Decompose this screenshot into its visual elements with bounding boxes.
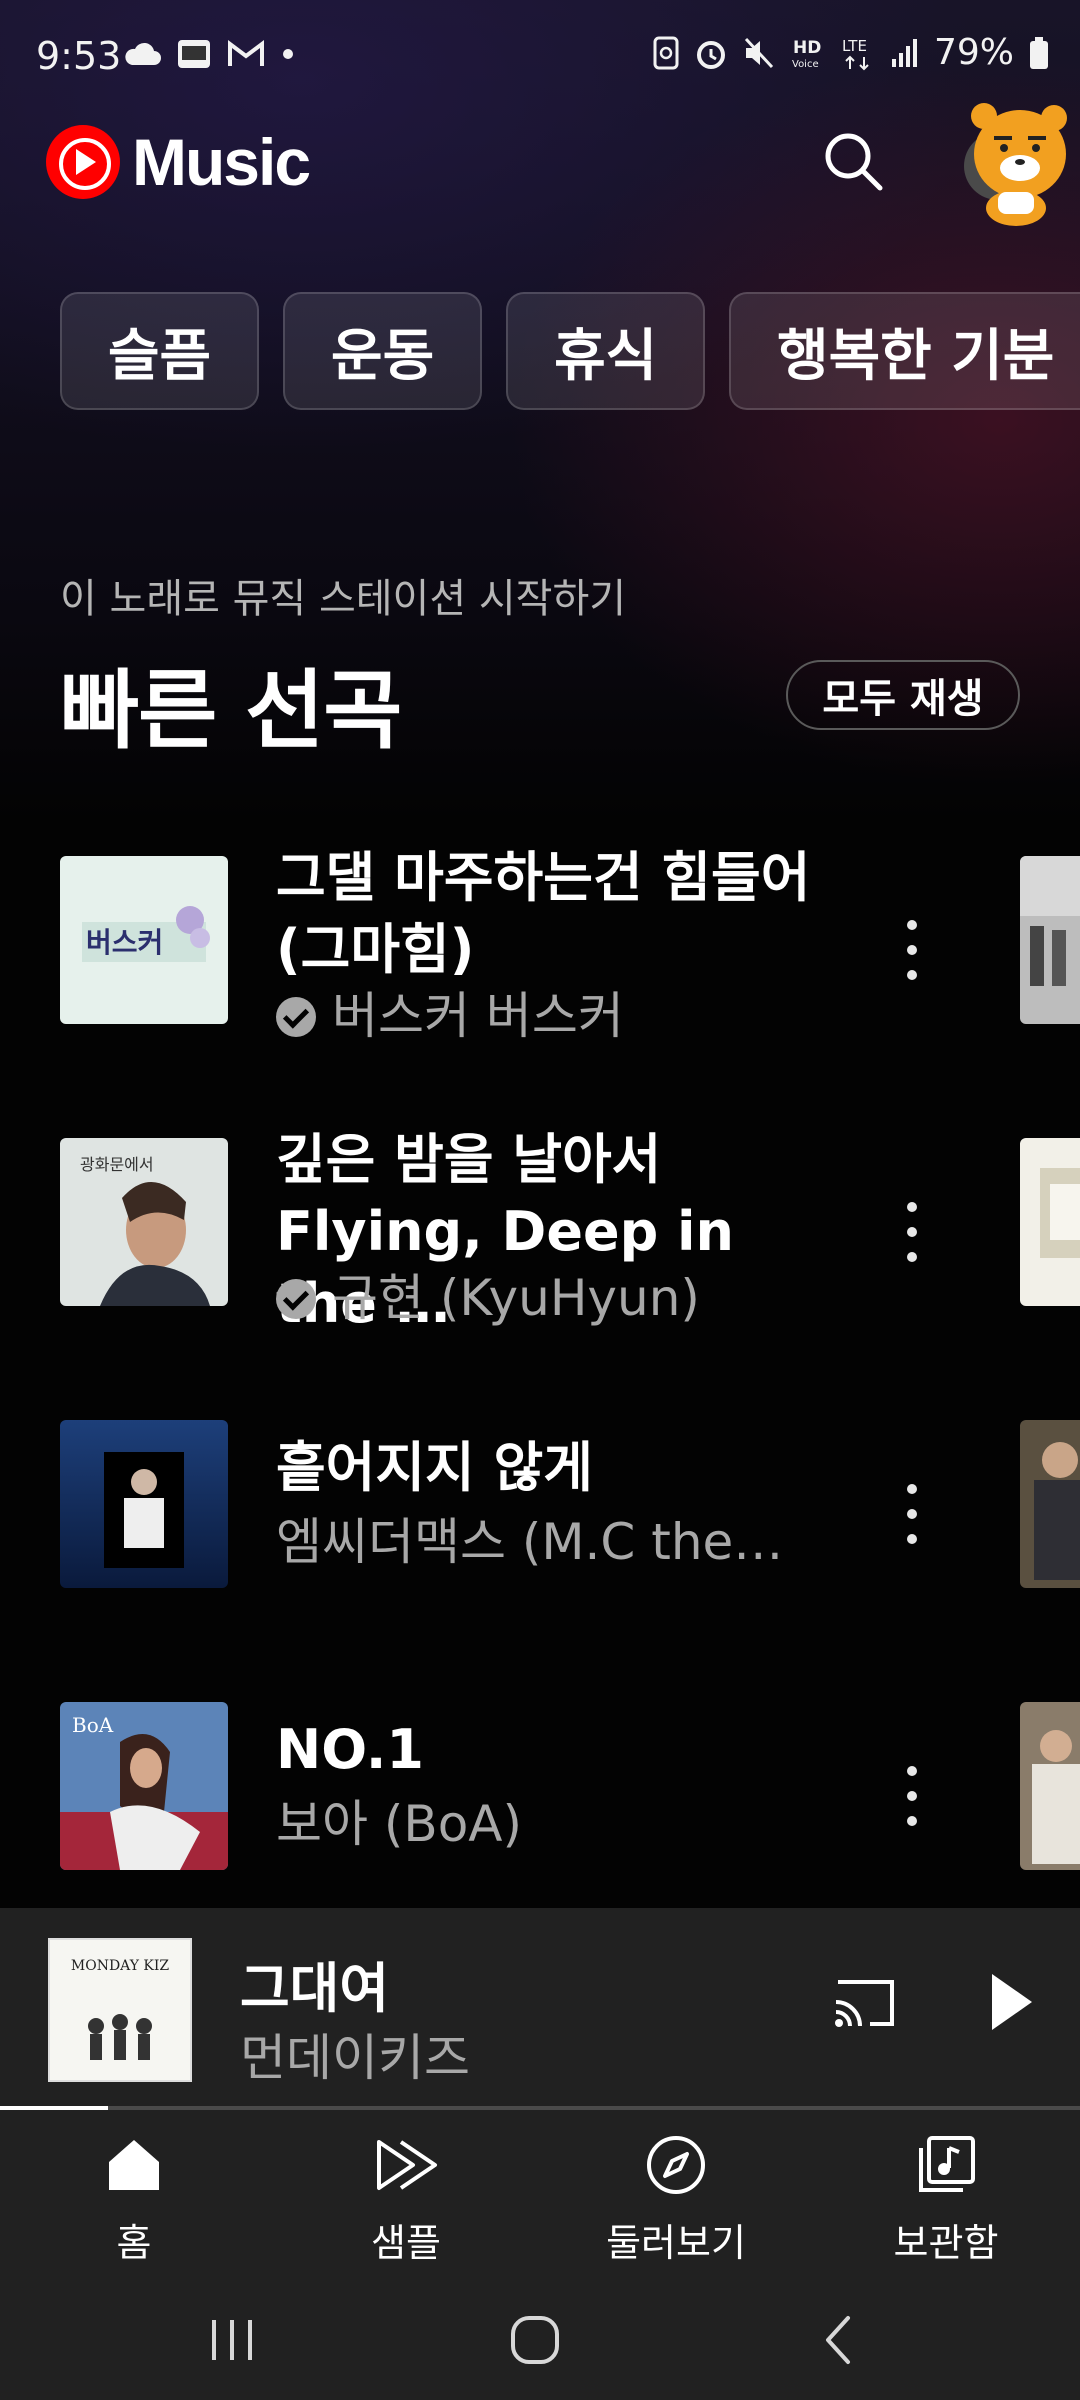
- more-options-icon[interactable]: [890, 1756, 934, 1836]
- verified-icon: [276, 1279, 316, 1319]
- next-column-album-art[interactable]: [1020, 1138, 1080, 1306]
- nav-label: 샘플: [371, 2221, 441, 2265]
- song-title: 흩어지지 않게: [276, 1436, 593, 1499]
- song-row[interactable]: 흩어지지 않게 엠씨더맥스 (M.C the…: [0, 1394, 1080, 1634]
- nav-explore[interactable]: 둘러보기: [566, 2132, 786, 2272]
- more-options-icon[interactable]: [890, 1474, 934, 1554]
- more-options-icon[interactable]: [890, 1192, 934, 1272]
- song-artist: 버스커 버스커: [276, 984, 836, 1048]
- youtube-music-logo[interactable]: Music: [46, 124, 311, 200]
- system-navigation-bar: [0, 2280, 1080, 2400]
- battery-icon: [1030, 36, 1048, 69]
- status-bar: 9:53 HD Voice LTE 79%: [0, 0, 1080, 116]
- album-art: 버스커: [60, 856, 228, 1024]
- bottom-navigation: 홈 샘플 둘러보기 보관함: [0, 2110, 1080, 2280]
- gmail-icon: [228, 40, 264, 66]
- explore-icon: [647, 2136, 705, 2194]
- album-cover-text: MONDAY KIZ: [71, 1958, 170, 1974]
- youtube-music-logo-icon: [46, 125, 120, 199]
- nav-label: 보관함: [893, 2221, 999, 2265]
- svg-text:BoA: BoA: [72, 1713, 114, 1737]
- webtoon-icon: [178, 40, 210, 68]
- dot-icon: [283, 49, 293, 59]
- back-icon[interactable]: [810, 2310, 870, 2370]
- mute-icon: [744, 37, 774, 68]
- song-artist: 엠씨더맥스 (M.C the…: [276, 1510, 836, 1574]
- now-playing-title: 그대여: [240, 1957, 390, 2020]
- nav-samples[interactable]: 샘플: [296, 2132, 516, 2272]
- album-art: BoA: [60, 1702, 228, 1870]
- hd-voice-icon: HDVoice: [792, 38, 821, 70]
- artist-name: 보아 (BoA): [276, 1795, 523, 1853]
- system-status-icons: HD Voice LTE 79%: [652, 32, 1050, 73]
- nav-home[interactable]: 홈: [24, 2132, 244, 2272]
- svg-text:HD: HD: [793, 38, 821, 58]
- artist-name: 엠씨더맥스 (M.C the…: [276, 1513, 784, 1571]
- svg-text:버스커: 버스커: [86, 926, 163, 959]
- mini-player[interactable]: MONDAY KIZ 그대여 먼데이키즈: [0, 1908, 1080, 2106]
- play-all-button[interactable]: 모두 재생: [786, 660, 1020, 730]
- svg-text:광화문에서: 광화문에서: [80, 1155, 154, 1174]
- home-icon: [109, 2140, 159, 2190]
- chip-relax[interactable]: 휴식: [506, 292, 706, 410]
- svg-text:LTE: LTE: [842, 37, 867, 55]
- cloud-icon: [125, 42, 161, 65]
- signal-icon: [891, 38, 917, 67]
- section-title: 빠른 선곡: [60, 661, 402, 761]
- status-time: 9:53: [36, 34, 122, 78]
- alarm-icon: [696, 40, 725, 69]
- mood-chips: 슬픔 운동 휴식 행복한 기분: [60, 292, 1080, 412]
- avatar-icon[interactable]: [958, 96, 1070, 228]
- nfc-icon: [653, 36, 679, 69]
- more-options-icon[interactable]: [890, 910, 934, 990]
- song-title: NO.1: [276, 1718, 424, 1781]
- artist-name: 규현 (KyuHyun): [332, 1269, 700, 1327]
- song-row[interactable]: 광화문에서 깊은 밤을 날아서 Flying, Deep in the … 규현…: [0, 1112, 1080, 1352]
- lte-icon: LTE: [842, 37, 869, 70]
- chip-happy[interactable]: 행복한 기분: [729, 292, 1080, 410]
- now-playing-artist: 먼데이키즈: [240, 2029, 470, 2087]
- play-icon[interactable]: [986, 1970, 1036, 2034]
- chip-workout[interactable]: 운동: [283, 292, 483, 410]
- nav-library[interactable]: 보관함: [836, 2132, 1056, 2272]
- section-subtitle: 이 노래로 뮤직 스테이션 시작하기: [60, 576, 627, 622]
- now-playing-album-art: MONDAY KIZ: [48, 1938, 192, 2082]
- album-art: [60, 1420, 228, 1588]
- app-header: Music: [0, 103, 1080, 226]
- chip-sad[interactable]: 슬픔: [60, 292, 260, 410]
- cast-icon[interactable]: [830, 1968, 900, 2038]
- samples-icon: [377, 2140, 437, 2190]
- album-art: 광화문에서: [60, 1138, 228, 1306]
- song-artist: 규현 (KyuHyun): [276, 1266, 836, 1330]
- svg-text:Voice: Voice: [792, 59, 819, 70]
- nav-label: 홈: [116, 2221, 152, 2265]
- song-title: 그댈 마주하는건 힘들어 (그마힘): [276, 846, 811, 981]
- home-circle-icon[interactable]: [505, 2310, 565, 2370]
- library-icon: [919, 2136, 975, 2192]
- next-column-album-art[interactable]: [1020, 1702, 1080, 1870]
- verified-icon: [276, 997, 316, 1037]
- artist-name: 버스커 버스커: [332, 987, 624, 1045]
- next-column-album-art[interactable]: [1020, 856, 1080, 1024]
- song-row[interactable]: BoA NO.1 보아 (BoA): [0, 1676, 1080, 1916]
- recents-icon[interactable]: [202, 2310, 262, 2370]
- nav-label: 둘러보기: [606, 2221, 746, 2265]
- notification-icons: [122, 36, 296, 72]
- next-column-album-art[interactable]: [1020, 1420, 1080, 1588]
- battery-percent: 79%: [933, 32, 1014, 73]
- song-artist: 보아 (BoA): [276, 1792, 836, 1856]
- search-icon[interactable]: [818, 126, 888, 196]
- app-name: Music: [132, 125, 311, 199]
- song-row[interactable]: 버스커 그댈 마주하는건 힘들어 (그마힘) 버스커 버스커: [0, 830, 1080, 1070]
